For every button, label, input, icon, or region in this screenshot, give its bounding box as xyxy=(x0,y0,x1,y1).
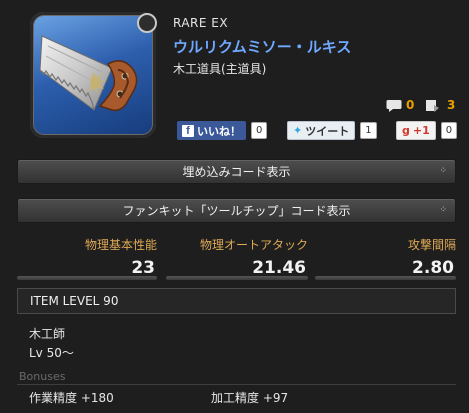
twitter-bird-icon: ✦ xyxy=(293,124,303,137)
bonuses-heading: Bonuses xyxy=(19,370,66,383)
stat-value-auto-attack: 21.46 xyxy=(252,258,306,278)
stat-label-physical-damage: 物理基本性能 xyxy=(84,238,157,252)
google-plus-button[interactable]: g +1 xyxy=(396,121,436,140)
google-plus: g +1 0 xyxy=(396,121,458,140)
list-add-icon[interactable] xyxy=(425,99,441,113)
stat-value-delay: 2.80 xyxy=(412,258,454,278)
comment-count: 0 xyxy=(406,98,415,112)
expand-icon: ⁘ xyxy=(439,166,447,176)
tweet-label: ツイート xyxy=(305,124,350,138)
level-requirement: Lv 50～ xyxy=(29,346,74,360)
item-level-box: ITEM LEVEL 90 xyxy=(17,288,456,314)
job-class: 木工師 xyxy=(29,327,66,341)
list-count: 3 xyxy=(447,98,456,112)
bonus-craftsmanship: 作業精度 +180 xyxy=(29,391,114,405)
bonuses-divider xyxy=(17,384,456,385)
item-category: 木工道具(主道具) xyxy=(173,62,267,76)
facebook-icon: f xyxy=(182,124,194,137)
google-plus-icon: g xyxy=(402,124,410,137)
facebook-like-count: 0 xyxy=(251,122,268,139)
expand-icon: ⁘ xyxy=(439,205,447,215)
facebook-like: f いいね！ 0 xyxy=(177,121,268,140)
tweet-count: 1 xyxy=(360,122,377,139)
tweet-button[interactable]: ✦ ツイート xyxy=(287,121,356,140)
stat-label-delay: 攻撃間隔 xyxy=(407,238,456,252)
saw-icon xyxy=(39,35,138,112)
comment-icon[interactable] xyxy=(386,99,402,113)
stat-label-auto-attack: 物理オートアタック xyxy=(199,238,308,252)
stat-bar xyxy=(315,276,456,280)
stat-bar xyxy=(17,276,157,280)
google-plus-count: 0 xyxy=(440,122,458,139)
stat-value-physical-damage: 23 xyxy=(131,258,155,278)
item-icon xyxy=(30,12,156,138)
twitter-tweet: ✦ ツイート 1 xyxy=(287,121,377,140)
item-name[interactable]: ウルリクムミソー・ルキス xyxy=(173,36,351,57)
bonus-control: 加工精度 +97 xyxy=(211,391,289,405)
item-level: ITEM LEVEL 90 xyxy=(30,294,119,308)
embed-code-button[interactable]: 埋め込みコード表示 ⁘ xyxy=(17,159,456,184)
facebook-like-button[interactable]: f いいね！ xyxy=(177,121,246,140)
stat-bar xyxy=(166,276,308,280)
fankit-tooltip-code-label: ファンキット「ツールチップ」コード表示 xyxy=(122,204,351,218)
google-plus-label: +1 xyxy=(412,124,430,137)
fankit-tooltip-code-button[interactable]: ファンキット「ツールチップ」コード表示 ⁘ xyxy=(17,198,456,223)
rarity-label: RARE EX xyxy=(173,16,229,30)
facebook-like-label: いいね！ xyxy=(197,124,241,138)
embed-code-label: 埋め込みコード表示 xyxy=(182,165,291,179)
icon-frame-ring xyxy=(137,13,157,33)
